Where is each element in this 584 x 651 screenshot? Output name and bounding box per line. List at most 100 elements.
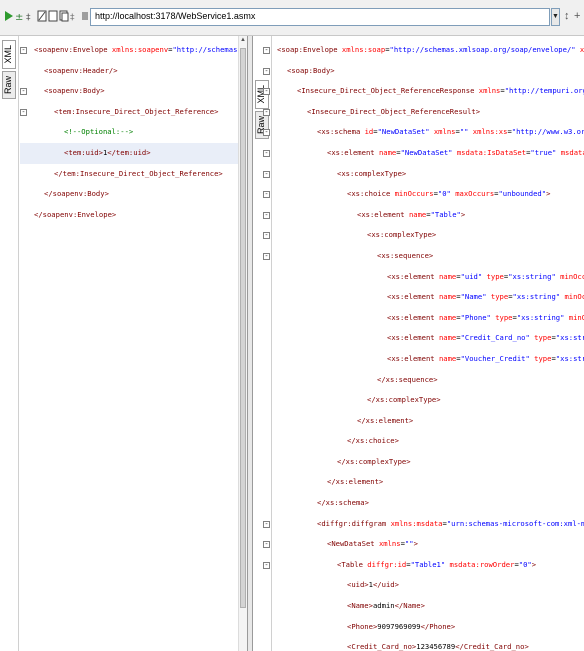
code-line[interactable]: - <diffgr:diffgram xmlns:msdata="urn:sche… bbox=[257, 514, 584, 535]
endpoint-url-field[interactable]: http://localhost:3178/WebService1.asmx bbox=[90, 8, 550, 26]
code-line[interactable]: - <NewDataSet xmlns=""> bbox=[257, 534, 584, 555]
xml-token: "xs:string" bbox=[512, 292, 561, 302]
code-line[interactable]: </tem:Insecure_Direct_Object_Reference> bbox=[20, 164, 238, 185]
code-line-text: </xs:choice> bbox=[347, 431, 399, 452]
code-line[interactable]: </xs:complexType> bbox=[257, 390, 584, 411]
fold-toggle-icon[interactable]: - bbox=[20, 47, 27, 54]
code-line[interactable]: - <xs:sequence> bbox=[257, 246, 584, 267]
code-line[interactable]: - <tem:Insecure_Direct_Object_Reference> bbox=[20, 102, 238, 123]
copy-icon[interactable] bbox=[59, 10, 69, 22]
fold-toggle-icon[interactable]: - bbox=[263, 561, 270, 569]
xml-token: <xs:complexType> bbox=[337, 168, 407, 178]
code-line[interactable]: <Credit_Card_no>123456789</Credit_Card_n… bbox=[257, 637, 584, 651]
code-line[interactable]: <xs:element name="uid" type="xs:string" … bbox=[257, 267, 584, 288]
xml-token: "uid" bbox=[460, 271, 483, 281]
code-line[interactable]: <soapenv:Header/> bbox=[20, 61, 238, 82]
code-line[interactable]: </xs:element> bbox=[257, 411, 584, 432]
code-line-text: <NewDataSet xmlns=""> bbox=[327, 534, 418, 555]
code-line[interactable]: - <xs:complexType> bbox=[257, 164, 584, 185]
xml-token: "Phone" bbox=[460, 312, 491, 322]
code-line[interactable]: <!--Optional:--> bbox=[20, 122, 238, 143]
fold-toggle-icon[interactable]: - bbox=[263, 232, 270, 240]
fold-toggle-icon[interactable]: - bbox=[263, 129, 270, 137]
tab-request-xml[interactable]: XML bbox=[2, 40, 16, 69]
code-line[interactable]: </xs:choice> bbox=[257, 431, 584, 452]
code-line[interactable]: - <Insecure_Direct_Object_ReferenceRespon… bbox=[257, 81, 584, 102]
xml-token: "xs:string" bbox=[555, 353, 584, 363]
fold-toggle-icon[interactable]: - bbox=[263, 88, 270, 96]
code-line[interactable]: </xs:schema> bbox=[257, 493, 584, 514]
add-header-icon[interactable]: ± bbox=[15, 10, 25, 22]
fold-toggle-icon[interactable]: - bbox=[263, 520, 270, 528]
xml-token: type bbox=[529, 333, 552, 343]
code-line[interactable]: - <Insecure_Direct_Object_ReferenceResult… bbox=[257, 102, 584, 123]
code-line[interactable]: - <Table diffgr:id="Table1" msdata:rowOrd… bbox=[257, 555, 584, 576]
code-line[interactable]: </soapenv:Body> bbox=[20, 184, 238, 205]
response-xml-viewer[interactable]: - <soap:Envelope xmlns:soap="http://schem… bbox=[257, 40, 584, 651]
code-line[interactable]: <xs:element name="Credit_Card_no" type="… bbox=[257, 328, 584, 349]
endpoint-dropdown-button[interactable]: ▼ bbox=[551, 8, 560, 26]
fold-toggle-icon[interactable]: - bbox=[20, 88, 27, 96]
xml-token: "Table1" bbox=[410, 559, 446, 569]
format-icon[interactable]: ‡ bbox=[26, 10, 36, 22]
clear-icon[interactable] bbox=[48, 10, 58, 22]
fold-toggle-icon[interactable]: - bbox=[263, 191, 270, 199]
code-line[interactable]: <xs:element name="Phone" type="xs:string… bbox=[257, 308, 584, 329]
sort-icon[interactable]: ↕ bbox=[564, 10, 570, 22]
code-line[interactable]: - <xs:element name="Table"> bbox=[257, 205, 584, 226]
xml-token: <xs:element bbox=[387, 333, 439, 343]
settings-icon[interactable] bbox=[37, 10, 47, 22]
code-line[interactable]: - <soap:Body> bbox=[257, 61, 584, 82]
run-icon[interactable] bbox=[4, 10, 14, 22]
fold-toggle-icon[interactable]: - bbox=[263, 47, 270, 54]
xml-token: xmlns:msdata bbox=[390, 518, 443, 528]
xml-token: </xs:complexType> bbox=[367, 395, 441, 405]
xml-token: <soap:Envelope bbox=[277, 45, 342, 54]
xml-token: <tem:uid> bbox=[64, 147, 103, 157]
xml-token: "Table" bbox=[430, 209, 461, 219]
fold-toggle-icon[interactable]: - bbox=[263, 67, 270, 75]
code-line[interactable]: <xs:element name="Voucher_Credit" type="… bbox=[257, 349, 584, 370]
code-line[interactable]: <tem:uid>1</tem:uid> bbox=[20, 142, 238, 164]
xml-token: "urn:schemas-microsoft-com:xml-msdata" bbox=[446, 518, 584, 528]
xml-token: <xs:element bbox=[357, 209, 409, 219]
code-line[interactable]: <Name>admin</Name> bbox=[257, 596, 584, 617]
code-line-text: <soapenv:Envelope xmlns:soapenv="http://… bbox=[34, 40, 247, 61]
split-icon[interactable]: ‡ bbox=[70, 10, 80, 22]
code-line[interactable]: - <soapenv:Body> bbox=[20, 81, 238, 102]
stop-icon[interactable] bbox=[80, 10, 90, 22]
tab-request-raw[interactable]: Raw bbox=[2, 70, 16, 99]
fold-toggle-icon[interactable]: - bbox=[263, 211, 270, 219]
xml-token: msdata:UseCurrentLocale bbox=[560, 147, 584, 157]
code-line[interactable]: - <xs:element name="NewDataSet" msdata:Is… bbox=[257, 143, 584, 164]
svg-text:±: ± bbox=[15, 12, 23, 22]
xml-token: 123456789 bbox=[416, 642, 456, 651]
fold-toggle-icon[interactable]: - bbox=[263, 541, 270, 549]
code-line[interactable]: </soapenv:Envelope> bbox=[20, 205, 238, 226]
request-xml-editor[interactable]: - <soapenv:Envelope xmlns:soapenv="http:/… bbox=[20, 40, 247, 226]
fold-toggle-icon[interactable]: - bbox=[263, 149, 270, 157]
code-line[interactable]: - <xs:schema id="NewDataSet" xmlns="" xml… bbox=[257, 122, 584, 143]
code-line[interactable]: - <soapenv:Envelope xmlns:soapenv="http:/… bbox=[20, 40, 247, 61]
xml-token: > bbox=[413, 539, 418, 549]
code-line[interactable]: - <xs:choice minOccurs="0" maxOccurs="unb… bbox=[257, 184, 584, 205]
code-line[interactable]: </xs:complexType> bbox=[257, 452, 584, 473]
code-line[interactable]: - <xs:complexType> bbox=[257, 225, 584, 246]
code-line[interactable]: <xs:element name="Name" type="xs:string"… bbox=[257, 287, 584, 308]
add-icon[interactable]: + bbox=[574, 10, 580, 22]
fold-toggle-icon[interactable]: - bbox=[263, 108, 270, 116]
code-line[interactable]: </xs:sequence> bbox=[257, 370, 584, 391]
scroll-thumb[interactable] bbox=[240, 48, 246, 608]
code-line[interactable]: </xs:element> bbox=[257, 472, 584, 493]
code-line[interactable]: <uid>1</uid> bbox=[257, 575, 584, 596]
code-line-text: <soap:Envelope xmlns:soap="http://schema… bbox=[277, 40, 584, 61]
xml-token: </Name> bbox=[394, 601, 425, 611]
code-line[interactable]: - <soap:Envelope xmlns:soap="http://schem… bbox=[257, 40, 584, 61]
request-scrollbar[interactable]: ▲ bbox=[238, 36, 247, 651]
fold-toggle-icon[interactable]: - bbox=[263, 170, 270, 178]
code-line[interactable]: <Phone>9097969099</Phone> bbox=[257, 617, 584, 638]
fold-toggle-icon[interactable]: - bbox=[263, 252, 270, 260]
fold-toggle-icon[interactable]: - bbox=[20, 108, 27, 116]
xml-token: minOccurs bbox=[564, 292, 584, 302]
scroll-up-icon[interactable]: ▲ bbox=[239, 36, 247, 45]
